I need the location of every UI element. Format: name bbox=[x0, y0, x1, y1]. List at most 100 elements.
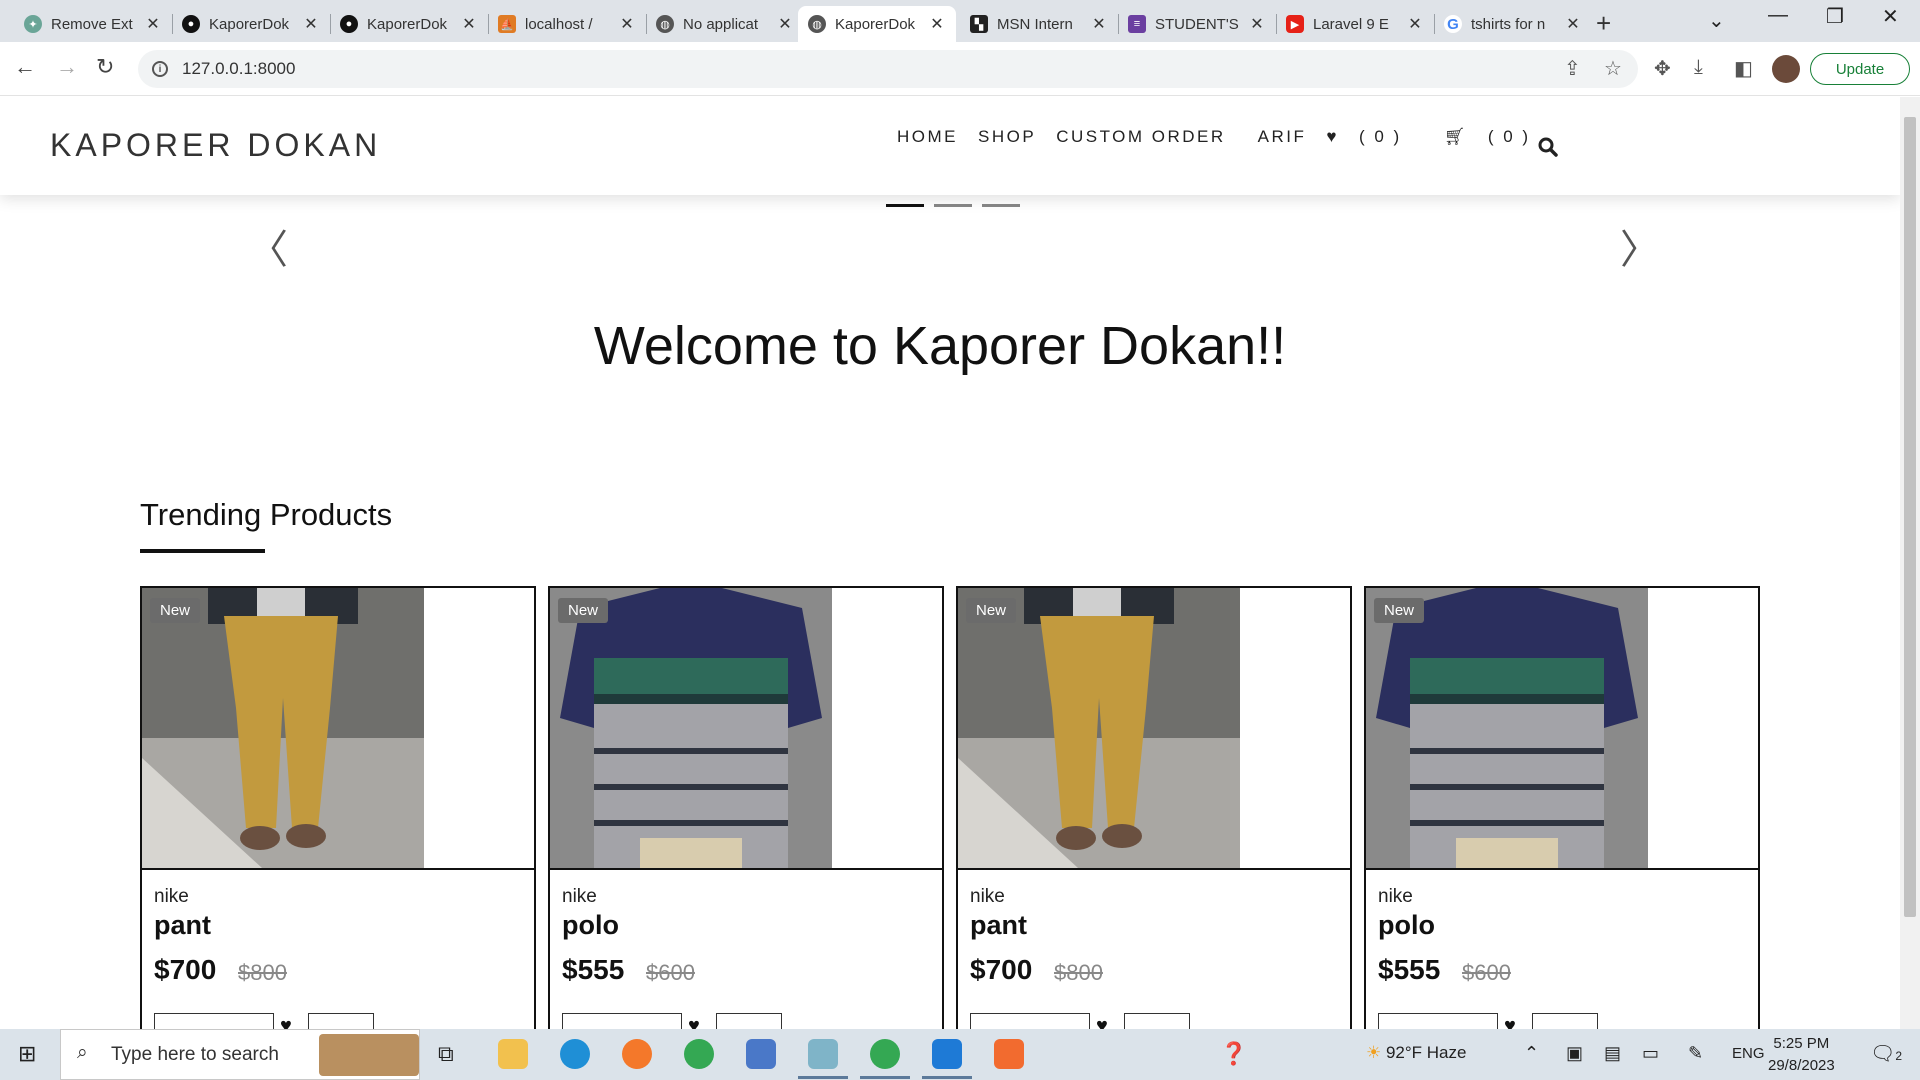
address-bar[interactable]: i 127.0.0.1:8000 bbox=[138, 50, 1638, 88]
close-tab-icon[interactable]: ✕ bbox=[618, 14, 636, 34]
close-tab-icon[interactable]: ✕ bbox=[1564, 14, 1582, 34]
quantity-field[interactable] bbox=[716, 1013, 782, 1029]
nav-user-arif[interactable]: ARIF bbox=[1258, 127, 1307, 147]
product-name[interactable]: polo bbox=[1378, 910, 1435, 941]
weather-widget[interactable]: ☀ 92°F Haze bbox=[1366, 1043, 1466, 1063]
wishlist-heart-icon[interactable]: ♥ bbox=[688, 1015, 700, 1029]
app-notes-icon[interactable] bbox=[808, 1039, 838, 1069]
search-icon[interactable] bbox=[1538, 137, 1558, 157]
heart-icon: ♥ bbox=[1326, 127, 1339, 146]
product-card[interactable]: New nike polo $555 $600 ♥ bbox=[1364, 586, 1760, 1029]
close-tab-icon[interactable]: ✕ bbox=[1406, 14, 1424, 34]
nav-home[interactable]: HOME bbox=[897, 127, 958, 147]
minimize-icon[interactable]: — bbox=[1768, 4, 1788, 27]
quantity-field[interactable] bbox=[1124, 1013, 1190, 1029]
product-name[interactable]: polo bbox=[562, 910, 619, 941]
site-brand[interactable]: KAPORER DOKAN bbox=[50, 127, 381, 164]
wishlist-heart-icon[interactable]: ♥ bbox=[1096, 1015, 1108, 1029]
add-to-cart-button[interactable] bbox=[154, 1013, 274, 1029]
product-card[interactable]: New nike pant $700 $800 ♥ bbox=[140, 586, 536, 1029]
clock[interactable]: 5:25 PM 29/8/2023 bbox=[1768, 1033, 1835, 1077]
close-tab-icon[interactable]: ✕ bbox=[776, 14, 794, 34]
nav-cart[interactable]: 🛒︎ ( 0 ) bbox=[1444, 127, 1551, 147]
edge-icon[interactable] bbox=[560, 1039, 590, 1069]
nav-shop[interactable]: SHOP bbox=[978, 127, 1036, 147]
display-icon[interactable]: ▤ bbox=[1604, 1043, 1621, 1064]
close-tab-icon[interactable]: ✕ bbox=[1090, 14, 1108, 34]
browser-tab[interactable]: ≡ STUDENT'S ✕ bbox=[1118, 6, 1276, 42]
task-view-icon[interactable]: ⧉ bbox=[438, 1041, 454, 1067]
battery-icon[interactable]: ▭ bbox=[1642, 1043, 1659, 1064]
tab-search-chevron-icon[interactable]: ⌄ bbox=[1708, 8, 1725, 33]
wishlist-heart-icon[interactable]: ♥ bbox=[1504, 1015, 1516, 1029]
chrome-active-icon[interactable] bbox=[870, 1039, 900, 1069]
close-tab-icon[interactable]: ✕ bbox=[144, 14, 162, 34]
slider-next-icon[interactable]: 〉 bbox=[1620, 217, 1660, 275]
browser-tab[interactable]: ▶ Laravel 9 E ✕ bbox=[1276, 6, 1434, 42]
bookmark-star-icon[interactable]: ☆ bbox=[1604, 56, 1622, 81]
slider-prev-icon[interactable]: 〈 bbox=[248, 217, 288, 275]
side-panel-icon[interactable]: ◧ bbox=[1734, 56, 1753, 81]
show-hidden-icons-chevron-icon[interactable]: ⌃ bbox=[1524, 1043, 1539, 1064]
add-to-cart-button[interactable] bbox=[1378, 1013, 1498, 1029]
product-name[interactable]: pant bbox=[154, 910, 211, 941]
page-scrollbar[interactable] bbox=[1900, 97, 1920, 1029]
meet-icon[interactable]: ▣ bbox=[1566, 1043, 1583, 1064]
add-to-cart-button[interactable] bbox=[562, 1013, 682, 1029]
vscode-icon[interactable] bbox=[932, 1039, 962, 1069]
browser-tab[interactable]: ◍ No applicat ✕ bbox=[646, 6, 804, 42]
xampp-icon[interactable] bbox=[994, 1039, 1024, 1069]
product-image-polo[interactable] bbox=[550, 588, 832, 868]
wishlist-heart-icon[interactable]: ♥ bbox=[280, 1015, 292, 1029]
profile-avatar[interactable] bbox=[1772, 55, 1800, 83]
close-tab-icon[interactable]: ✕ bbox=[1248, 14, 1266, 34]
browser-tab[interactable]: ▚ MSN Intern ✕ bbox=[960, 6, 1118, 42]
reload-icon[interactable]: ↻ bbox=[96, 54, 114, 80]
nav-wishlist[interactable]: ♥ ( 0 ) bbox=[1326, 127, 1421, 147]
browser-tab-active[interactable]: ◍ KaporerDok ✕ bbox=[798, 6, 956, 42]
product-name[interactable]: pant bbox=[970, 910, 1027, 941]
quantity-field[interactable] bbox=[1532, 1013, 1598, 1029]
product-image-pant[interactable] bbox=[142, 588, 424, 868]
browser-tab[interactable]: ● KaporerDok ✕ bbox=[330, 6, 488, 42]
product-image-pant[interactable] bbox=[958, 588, 1240, 868]
browser-tab[interactable]: ✦ Remove Ext ✕ bbox=[14, 6, 172, 42]
add-to-cart-button[interactable] bbox=[970, 1013, 1090, 1029]
back-icon[interactable]: ← bbox=[14, 54, 36, 80]
nav-custom-order[interactable]: CUSTOM ORDER bbox=[1056, 127, 1225, 147]
pen-icon[interactable]: ✎ bbox=[1688, 1043, 1703, 1064]
chrome-icon[interactable] bbox=[684, 1039, 714, 1069]
slider-dot[interactable] bbox=[982, 204, 1020, 207]
slider-dot[interactable] bbox=[886, 204, 924, 207]
app-cube-icon[interactable] bbox=[746, 1039, 776, 1069]
browser-tab[interactable]: ⛵ localhost / ✕ bbox=[488, 6, 646, 42]
close-tab-icon[interactable]: ✕ bbox=[302, 14, 320, 34]
browser-tab[interactable]: ● KaporerDok ✕ bbox=[172, 6, 330, 42]
language-indicator[interactable]: ENG bbox=[1732, 1045, 1765, 1062]
product-card[interactable]: New nike pant $700 $800 ♥ bbox=[956, 586, 1352, 1029]
taskbar-search-box[interactable]: ⌕ Type here to search bbox=[60, 1029, 420, 1080]
maximize-icon[interactable]: ❐ bbox=[1826, 4, 1844, 29]
download-icon[interactable]: ⤓ bbox=[1694, 56, 1703, 79]
close-window-icon[interactable]: ✕ bbox=[1882, 4, 1899, 29]
close-tab-icon[interactable]: ✕ bbox=[460, 14, 478, 34]
site-info-icon[interactable]: i bbox=[152, 61, 168, 77]
help-icon[interactable]: ❓ bbox=[1220, 1041, 1247, 1067]
file-explorer-icon[interactable] bbox=[498, 1039, 528, 1069]
share-icon[interactable]: ⇪ bbox=[1564, 56, 1581, 81]
notification-icon[interactable]: 🗨︎2 bbox=[1870, 1041, 1902, 1066]
url-text[interactable]: 127.0.0.1:8000 bbox=[182, 59, 295, 79]
new-tab-icon[interactable]: + bbox=[1596, 8, 1611, 39]
product-card[interactable]: New nike polo $555 $600 ♥ bbox=[548, 586, 944, 1029]
update-button[interactable]: Update bbox=[1810, 53, 1910, 85]
firefox-icon[interactable] bbox=[622, 1039, 652, 1069]
quantity-field[interactable] bbox=[308, 1013, 374, 1029]
scrollbar-thumb[interactable] bbox=[1904, 117, 1916, 917]
extensions-icon[interactable]: ✥ bbox=[1654, 56, 1671, 81]
windows-start-icon[interactable]: ⊞ bbox=[18, 1041, 36, 1067]
forward-icon[interactable]: → bbox=[56, 54, 78, 80]
slider-dot[interactable] bbox=[934, 204, 972, 207]
browser-tab[interactable]: Gtshirts for n ✕ bbox=[1434, 6, 1592, 42]
product-image-polo[interactable] bbox=[1366, 588, 1648, 868]
close-tab-icon[interactable]: ✕ bbox=[928, 14, 946, 34]
